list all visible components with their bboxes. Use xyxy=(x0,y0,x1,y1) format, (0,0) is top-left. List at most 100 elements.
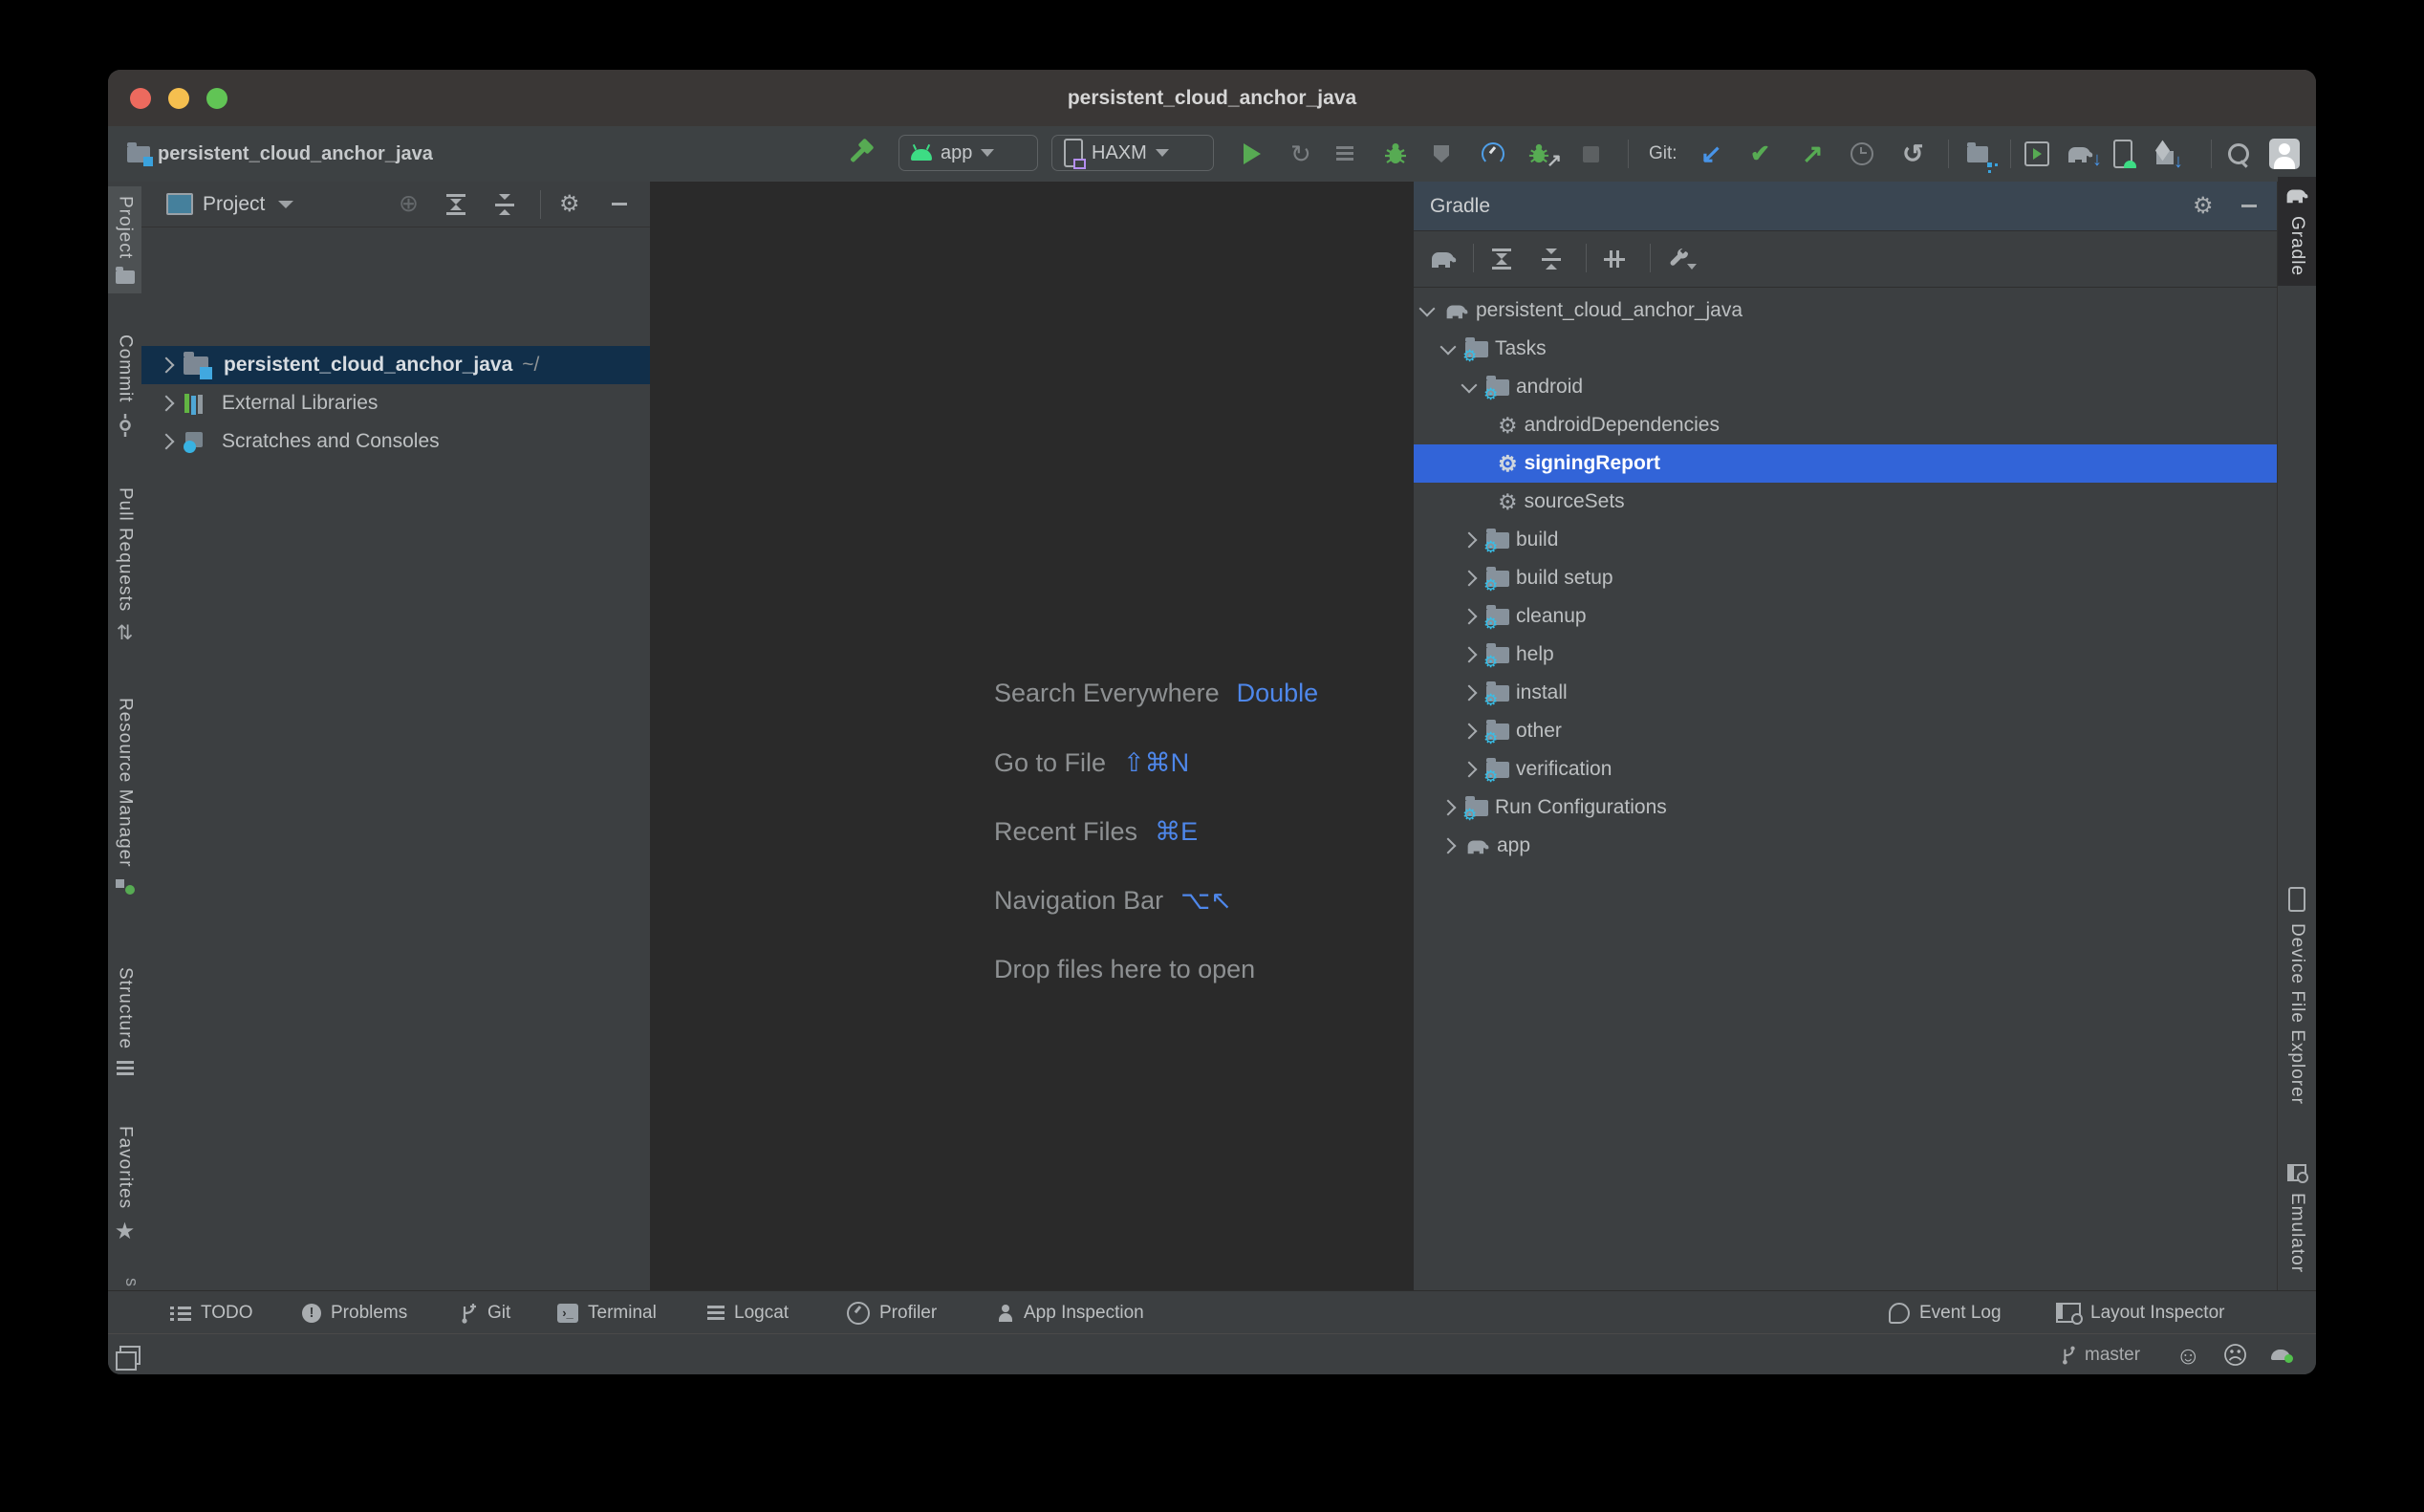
gradle-task-androidDependencies[interactable]: ⚙ androidDependencies xyxy=(1414,406,2279,444)
build-button[interactable] xyxy=(846,126,875,182)
gear-icon[interactable]: ⚙ xyxy=(2193,195,2214,218)
device-manager-button[interactable] xyxy=(2113,126,2132,182)
gradle-sync-button[interactable]: ↓ xyxy=(2066,126,2102,182)
chevron-right-icon[interactable] xyxy=(159,396,175,412)
sidebar-tab-structure[interactable]: Structure xyxy=(108,958,141,1085)
feedback-positive-button[interactable]: ☺ xyxy=(2175,1334,2201,1374)
profile-avatar[interactable] xyxy=(2269,126,2300,182)
gradle-task-signingReport[interactable]: ⚙ signingReport xyxy=(1414,444,2279,483)
gradle-expand-all-button[interactable] xyxy=(1492,230,1511,287)
profile-low-overhead-button[interactable]: ↗ xyxy=(1527,126,1562,182)
gradle-tree-install[interactable]: ⚙ install xyxy=(1414,674,2279,712)
chevron-down-icon[interactable] xyxy=(278,201,293,208)
toggle-tool-windows-button[interactable] xyxy=(119,1334,141,1374)
attach-debugger-button[interactable] xyxy=(1434,126,1449,182)
chevron-right-icon[interactable] xyxy=(159,434,175,450)
sidebar-tab-device-file-explorer[interactable]: Device File Explorer xyxy=(2278,877,2316,1114)
project-tree-external-libraries[interactable]: External Libraries xyxy=(141,384,651,422)
event-log-icon xyxy=(1889,1303,1910,1324)
bottom-tab-layout-inspector[interactable]: Layout Inspector xyxy=(2056,1291,2224,1334)
chevron-right-icon[interactable] xyxy=(1440,800,1457,816)
locate-icon[interactable]: ⊕ xyxy=(399,192,419,216)
gear-icon[interactable]: ⚙ xyxy=(559,193,580,216)
gradle-execute-task-button[interactable] xyxy=(1604,230,1625,287)
sidebar-tab-emulator[interactable]: Emulator xyxy=(2278,1155,2316,1283)
profile-button[interactable] xyxy=(1482,126,1504,182)
bottom-tab-logcat[interactable]: Logcat xyxy=(707,1291,789,1334)
gradle-tree-verification[interactable]: ⚙ verification xyxy=(1414,750,2279,788)
gradle-tree-tasks[interactable]: ⚙ Tasks xyxy=(1414,330,2279,368)
apply-changes-restart-button[interactable]: ↻ xyxy=(1290,126,1311,182)
stop-button[interactable] xyxy=(1583,126,1599,182)
bottom-tab-app-inspection[interactable]: App Inspection xyxy=(997,1291,1144,1334)
collapse-all-icon[interactable] xyxy=(495,194,514,215)
chevron-right-icon[interactable] xyxy=(1461,532,1478,549)
sidebar-tab-project[interactable]: Project xyxy=(108,186,141,293)
git-history-button[interactable] xyxy=(1850,126,1873,182)
run-configuration-select[interactable]: app xyxy=(898,135,1038,171)
sidebar-tab-resource-manager[interactable]: Resource Manager xyxy=(108,688,141,904)
gradle-tree-cleanup[interactable]: ⚙ cleanup xyxy=(1414,597,2279,636)
bottom-tab-git[interactable]: Git xyxy=(459,1291,510,1334)
gradle-tree-build-setup[interactable]: ⚙ build setup xyxy=(1414,559,2279,597)
bottom-tab-todo[interactable]: TODO xyxy=(170,1291,253,1334)
gradle-tree-build[interactable]: ⚙ build xyxy=(1414,521,2279,559)
hide-panel-icon[interactable] xyxy=(612,203,627,205)
bottom-tab-problems[interactable]: ! Problems xyxy=(302,1291,407,1334)
chevron-right-icon[interactable] xyxy=(1461,762,1478,778)
run-button[interactable] xyxy=(1244,126,1261,182)
gradle-collapse-all-button[interactable] xyxy=(1542,230,1561,287)
project-breadcrumb[interactable]: persistent_cloud_anchor_java xyxy=(127,126,433,182)
git-branch-widget[interactable]: master xyxy=(2060,1334,2140,1374)
gradle-settings-button[interactable] xyxy=(1668,230,1697,287)
gradle-tree-android[interactable]: ⚙ android xyxy=(1414,368,2279,406)
project-panel-header: Project ⊕ ⚙ xyxy=(141,182,650,227)
chevron-right-icon[interactable] xyxy=(1461,724,1478,740)
project-root-folder-icon xyxy=(184,356,208,375)
right-tool-window-stripe: Gradle Device File Explorer Emulator xyxy=(2277,182,2316,1290)
search-everywhere-button[interactable] xyxy=(2228,126,2249,182)
bottom-tab-profiler[interactable]: Profiler xyxy=(847,1291,937,1334)
git-push-button[interactable]: ↗ xyxy=(1802,126,1824,182)
bottom-tab-event-log[interactable]: Event Log xyxy=(1889,1291,2002,1334)
adb-status-widget[interactable] xyxy=(2271,1334,2290,1374)
project-tree-root[interactable]: persistent_cloud_anchor_java ~/ xyxy=(141,346,651,384)
device-select[interactable]: HAXM xyxy=(1051,135,1214,171)
sidebar-tab-commit[interactable]: Commit xyxy=(108,325,141,446)
chevron-right-icon[interactable] xyxy=(1461,609,1478,625)
git-rollback-button[interactable]: ↺ xyxy=(1902,126,1924,182)
project-structure-button[interactable] xyxy=(1967,126,1988,182)
git-commit-button[interactable]: ✔ xyxy=(1750,126,1770,182)
bottom-tool-window-bar: TODO ! Problems Git ›_ Terminal Logcat P… xyxy=(108,1290,2316,1334)
chevron-right-icon[interactable] xyxy=(159,357,175,374)
feedback-negative-button[interactable]: ☹ xyxy=(2222,1334,2248,1374)
hide-panel-icon[interactable] xyxy=(2241,205,2257,207)
chevron-down-icon[interactable] xyxy=(1440,339,1457,356)
gradle-task-sourceSets[interactable]: ⚙ sourceSets xyxy=(1414,483,2279,521)
gradle-refresh-button[interactable] xyxy=(1429,230,1458,287)
chevron-right-icon[interactable] xyxy=(1461,571,1478,587)
sidebar-tab-partial[interactable]: s xyxy=(108,1273,141,1290)
sidebar-tab-favorites[interactable]: Favorites ★ xyxy=(108,1116,141,1253)
gradle-tree-run-configurations[interactable]: ⚙ Run Configurations xyxy=(1414,788,2279,827)
project-panel-title[interactable]: Project xyxy=(203,193,265,216)
gradle-tree-other[interactable]: ⚙ other xyxy=(1414,712,2279,750)
gradle-tree-root[interactable]: persistent_cloud_anchor_java xyxy=(1414,292,2279,330)
chevron-right-icon[interactable] xyxy=(1461,647,1478,663)
project-tree-scratches[interactable]: Scratches and Consoles xyxy=(141,422,651,461)
chevron-down-icon[interactable] xyxy=(1419,301,1436,317)
run-anything-button[interactable] xyxy=(2024,126,2049,182)
expand-all-icon[interactable] xyxy=(446,194,465,215)
chevron-right-icon[interactable] xyxy=(1461,685,1478,702)
chevron-right-icon[interactable] xyxy=(1440,838,1457,854)
sidebar-tab-gradle[interactable]: Gradle xyxy=(2278,177,2316,286)
bottom-tab-terminal[interactable]: ›_ Terminal xyxy=(557,1291,657,1334)
sidebar-tab-pull-requests[interactable]: Pull Requests ⇅ xyxy=(108,478,141,653)
apply-code-changes-button[interactable] xyxy=(1336,126,1355,182)
gradle-tree-app[interactable]: app xyxy=(1414,827,2279,865)
gradle-tree-help[interactable]: ⚙ help xyxy=(1414,636,2279,674)
git-update-button[interactable]: ↙ xyxy=(1700,126,1722,182)
sdk-manager-button[interactable]: ↓ xyxy=(2156,126,2183,182)
debug-button[interactable] xyxy=(1383,126,1408,182)
chevron-down-icon[interactable] xyxy=(1461,378,1478,394)
